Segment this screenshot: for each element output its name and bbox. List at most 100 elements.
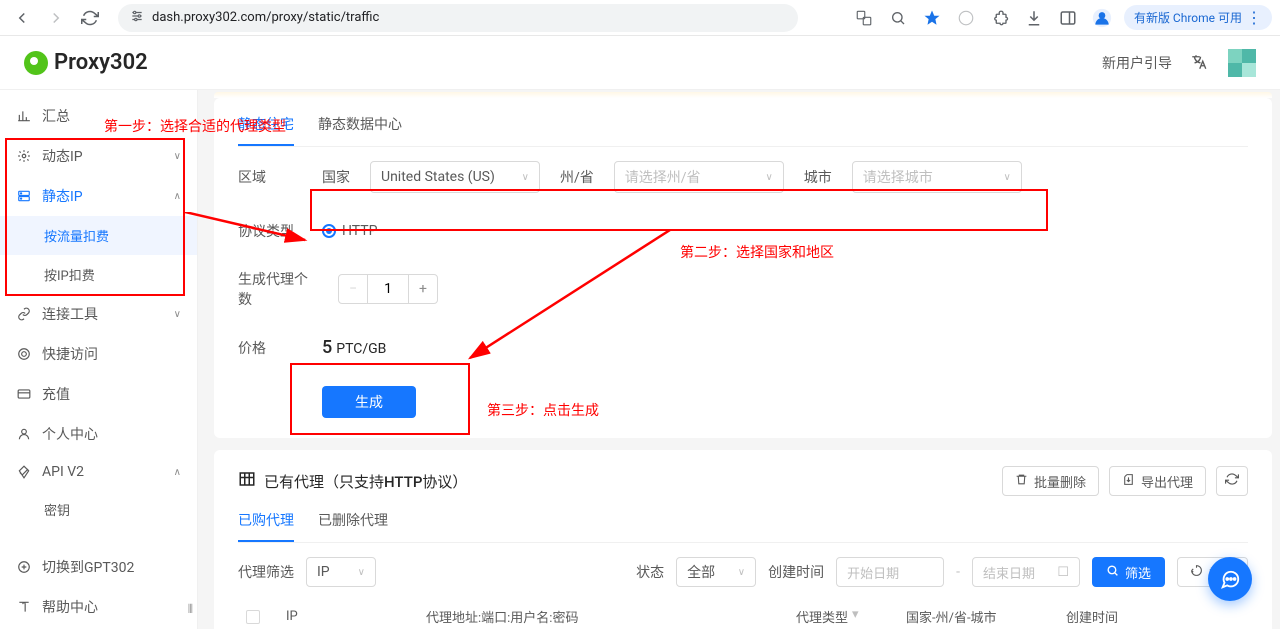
chevron-up-icon: ∧ bbox=[174, 191, 181, 202]
state-placeholder: 请选择州/省 bbox=[625, 167, 701, 187]
start-date-input[interactable]: 开始日期 bbox=[836, 557, 944, 587]
tab-deleted[interactable]: 已删除代理 bbox=[318, 510, 388, 542]
bulk-delete-button[interactable]: 批量删除 bbox=[1002, 466, 1099, 496]
chevron-down-icon: ∨ bbox=[765, 172, 772, 183]
app-header: Proxy302 新用户引导 bbox=[0, 36, 1280, 90]
filter-label: 代理筛选 bbox=[238, 562, 294, 582]
price-row: 价格 5PTC/GB bbox=[238, 323, 1248, 372]
col-created: 创建时间 bbox=[1058, 607, 1248, 626]
browser-toolbar: dash.proxy302.com/proxy/static/traffic 有… bbox=[0, 0, 1280, 36]
url-bar[interactable]: dash.proxy302.com/proxy/static/traffic bbox=[118, 4, 798, 32]
card-icon bbox=[16, 386, 32, 402]
protocol-value: HTTP bbox=[342, 223, 377, 239]
select-all-checkbox[interactable] bbox=[246, 610, 260, 624]
translate-header-icon[interactable] bbox=[1190, 53, 1210, 73]
col-address: 代理地址:端口:用户名:密码 bbox=[418, 607, 788, 626]
gear-icon bbox=[16, 148, 32, 164]
filter-icon: ▾ bbox=[852, 607, 859, 626]
reset-icon bbox=[1190, 564, 1203, 581]
status-select[interactable]: 全部 ∨ bbox=[676, 557, 756, 587]
bookmark-star-icon[interactable] bbox=[920, 6, 944, 30]
country-select[interactable]: United States (US) ∨ bbox=[370, 161, 540, 193]
sidebar-item-api[interactable]: API V2 ∧ bbox=[0, 454, 197, 490]
forward-button[interactable] bbox=[42, 4, 70, 32]
refresh-button[interactable] bbox=[1216, 466, 1248, 496]
sidebar-sub-key[interactable]: 密钥 bbox=[0, 490, 197, 529]
puzzle-icon[interactable] bbox=[988, 6, 1012, 30]
back-button[interactable] bbox=[8, 4, 36, 32]
download-icon[interactable] bbox=[1022, 6, 1046, 30]
user-icon bbox=[16, 426, 32, 442]
sidebar-item-gpt302[interactable]: 切换到GPT302 bbox=[0, 547, 197, 587]
chat-fab[interactable] bbox=[1208, 557, 1252, 601]
sidebar-item-profile[interactable]: 个人中心 bbox=[0, 414, 197, 454]
price-value: 5PTC/GB bbox=[322, 337, 386, 358]
guide-link[interactable]: 新用户引导 bbox=[1102, 53, 1172, 73]
state-select[interactable]: 请选择州/省 ∨ bbox=[614, 161, 784, 193]
chevron-down-icon: ∨ bbox=[1003, 172, 1010, 183]
stepper-minus-button[interactable]: − bbox=[338, 274, 368, 304]
protocol-radio-http[interactable]: HTTP bbox=[322, 223, 377, 239]
book-icon bbox=[16, 599, 32, 615]
reload-button[interactable] bbox=[76, 4, 104, 32]
tab-datacenter[interactable]: 静态数据中心 bbox=[318, 114, 402, 146]
chrome-update-pill[interactable]: 有新版 Chrome 可用 ⋮ bbox=[1124, 5, 1272, 30]
sidepanel-icon[interactable] bbox=[1056, 6, 1080, 30]
sidebar-item-label: 连接工具 bbox=[42, 304, 98, 324]
search-icon bbox=[1106, 564, 1119, 581]
sidebar-item-summary[interactable]: 汇总 bbox=[0, 96, 197, 136]
tab-purchased[interactable]: 已购代理 bbox=[238, 510, 294, 542]
avatar[interactable] bbox=[1228, 49, 1256, 77]
col-ip: IP bbox=[278, 609, 418, 624]
swap-icon bbox=[16, 559, 32, 575]
sidebar-sub-ip[interactable]: 按IP扣费 bbox=[0, 255, 197, 294]
region-row: 区域 国家 United States (US) ∨ 州/省 请选择州/省 ∨ … bbox=[238, 147, 1248, 207]
chrome-icon bbox=[16, 346, 32, 362]
collapse-icon[interactable]: ⦀ bbox=[188, 602, 193, 617]
proxy-list-tabs: 已购代理 已删除代理 bbox=[238, 496, 1248, 543]
filter-type-select[interactable]: IP ∨ bbox=[306, 557, 376, 587]
chevron-down-icon: ∨ bbox=[358, 567, 365, 578]
generate-button[interactable]: 生成 bbox=[322, 386, 416, 418]
sidebar-item-label: 汇总 bbox=[42, 106, 70, 126]
table-icon bbox=[238, 470, 256, 492]
tune-icon bbox=[130, 9, 144, 27]
sidebar-item-label: API V2 bbox=[42, 464, 84, 480]
filter-row: 代理筛选 IP ∨ 状态 全部 ∨ 创建时间 开始日期 - 结束日期☐ 筛选 bbox=[238, 543, 1248, 587]
sidebar-item-dynamic-ip[interactable]: 动态IP ∨ bbox=[0, 136, 197, 176]
sidebar-item-tools[interactable]: 连接工具 ∨ bbox=[0, 294, 197, 334]
filter-button[interactable]: 筛选 bbox=[1092, 557, 1165, 587]
logo[interactable]: Proxy302 bbox=[24, 50, 148, 75]
sidebar-item-label: 动态IP bbox=[42, 146, 83, 166]
sidebar-item-quick[interactable]: 快捷访问 bbox=[0, 334, 197, 374]
stepper-plus-button[interactable]: + bbox=[408, 274, 438, 304]
sidebar-sub-traffic[interactable]: 按流量扣费 bbox=[0, 216, 197, 255]
sidebar-item-recharge[interactable]: 充值 bbox=[0, 374, 197, 414]
extension-icon[interactable] bbox=[954, 6, 978, 30]
create-time-label: 创建时间 bbox=[768, 562, 824, 582]
sidebar-item-static-ip[interactable]: 静态IP ∧ bbox=[0, 176, 197, 216]
end-date-input[interactable]: 结束日期☐ bbox=[972, 557, 1080, 587]
protocol-row: 协议类型 HTTP bbox=[238, 207, 1248, 255]
tab-residential[interactable]: 静态住宅 bbox=[238, 114, 294, 146]
chevron-down-icon: ∨ bbox=[522, 172, 529, 183]
logo-text: Proxy302 bbox=[54, 50, 148, 75]
translate-icon[interactable] bbox=[852, 6, 876, 30]
sidebar-item-help[interactable]: 帮助中心 bbox=[0, 587, 197, 627]
protocol-label: 协议类型 bbox=[238, 221, 302, 241]
sidebar-item-label: 帮助中心 bbox=[42, 597, 98, 617]
count-row: 生成代理个数 − 1 + bbox=[238, 255, 1248, 323]
rocket-icon bbox=[16, 464, 32, 480]
city-select[interactable]: 请选择城市 ∨ bbox=[852, 161, 1022, 193]
zoom-icon[interactable] bbox=[886, 6, 910, 30]
link-icon bbox=[16, 306, 32, 322]
main-content: 静态住宅 静态数据中心 区域 国家 United States (US) ∨ 州… bbox=[198, 90, 1280, 629]
col-type[interactable]: 代理类型▾ bbox=[788, 607, 898, 626]
count-stepper: − 1 + bbox=[338, 274, 438, 304]
profile-icon[interactable] bbox=[1090, 6, 1114, 30]
sidebar-item-label: 快捷访问 bbox=[42, 344, 98, 364]
stepper-value[interactable]: 1 bbox=[368, 274, 408, 304]
export-button[interactable]: 导出代理 bbox=[1109, 466, 1206, 496]
sidebar: 汇总 动态IP ∨ 静态IP ∧ 按流量扣费 按IP扣费 连接工具 ∨ 快捷访问… bbox=[0, 90, 198, 629]
export-icon bbox=[1122, 473, 1135, 490]
